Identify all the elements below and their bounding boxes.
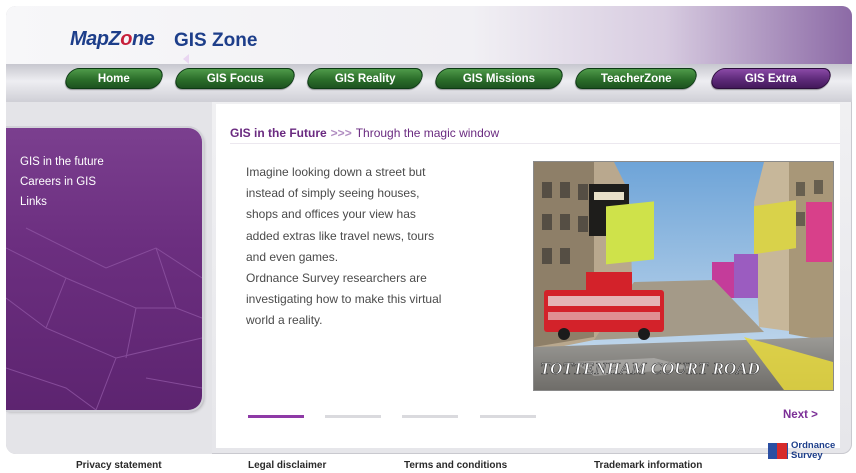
tab-label: GIS Extra (745, 72, 797, 85)
tab-label: Home (98, 72, 130, 85)
tab-gis-reality[interactable]: GIS Reality (304, 68, 426, 89)
sidebar-menu: GIS in the future Careers in GIS Links (6, 128, 202, 410)
sidebar-panel: GIS in the future Careers in GIS Links (6, 102, 212, 454)
progress-step-4[interactable] (480, 415, 536, 418)
next-button[interactable]: Next > (783, 409, 818, 421)
tab-label: GIS Missions (462, 72, 536, 85)
street-photo: TOTTENHAM COURT ROAD (533, 161, 834, 391)
header-bar: MapZone GIS Zone (6, 6, 852, 64)
footer-link-privacy[interactable]: Privacy statement (76, 460, 162, 471)
footer-link-trademark[interactable]: Trademark information (594, 460, 702, 471)
logo-text-2: ne (131, 28, 155, 50)
body-line: and even games. (246, 249, 339, 264)
body-line: investigating how to make this virtual (246, 292, 442, 307)
footer-link-legal[interactable]: Legal disclaimer (248, 460, 326, 471)
tab-label: TeacherZone (600, 72, 672, 85)
sidebar-item-gis-in-the-future[interactable]: GIS in the future (20, 156, 104, 168)
logo-o-icon: o (120, 28, 132, 50)
progress-step-2[interactable] (325, 415, 381, 418)
logo-text-1: MapZ (70, 28, 121, 50)
progress-step-3[interactable] (402, 415, 458, 418)
breadcrumb: GIS in the Future >>> Through the magic wi… (230, 126, 499, 140)
site-title: GIS Zone (174, 30, 258, 51)
tab-label: GIS Reality (334, 72, 396, 85)
divider (230, 143, 840, 144)
progress-step-1[interactable] (248, 415, 304, 418)
active-item-arrow-icon (183, 54, 189, 64)
tab-gis-extra[interactable]: GIS Extra (708, 68, 834, 89)
os-logo-text: Ordnance Survey (791, 441, 835, 461)
body-line: Imagine looking down a street but (246, 165, 426, 179)
body-line: shops and offices your view has (246, 207, 416, 222)
tab-home[interactable]: Home (62, 68, 166, 89)
os-logo-line2: Survey (791, 450, 823, 461)
ordnance-survey-logo[interactable]: Ordnance Survey (768, 440, 846, 462)
breadcrumb-separator-icon: >>> (330, 126, 352, 140)
body-line: instead of simply seeing houses, (246, 186, 420, 201)
body-text: Imagine looking down a street but instea… (246, 162, 516, 332)
map-pattern-decoration (6, 227, 202, 410)
body-line: Ordnance Survey researchers are (246, 271, 427, 286)
mapzone-logo[interactable]: MapZone (70, 28, 155, 51)
os-logo-red-icon (777, 443, 787, 459)
sidebar-item-links[interactable]: Links (20, 196, 47, 208)
tab-teacherzone[interactable]: TeacherZone (572, 68, 700, 89)
tab-label: GIS Focus (206, 72, 264, 85)
body-line: added extras like travel news, tours (246, 228, 435, 243)
sidebar-item-careers-in-gis[interactable]: Careers in GIS (20, 176, 96, 188)
body-line: world a reality. (246, 313, 323, 328)
breadcrumb-section[interactable]: GIS in the Future (230, 126, 327, 140)
street-sign-text: TOTTENHAM COURT ROAD (540, 359, 760, 378)
breadcrumb-page: Through the magic window (355, 126, 500, 140)
footer-link-terms[interactable]: Terms and conditions (404, 460, 507, 471)
tab-gis-missions[interactable]: GIS Missions (432, 68, 566, 89)
tab-gis-focus[interactable]: GIS Focus (172, 68, 298, 89)
